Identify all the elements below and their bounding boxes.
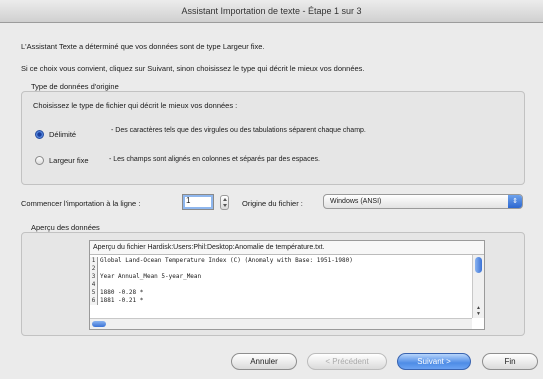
radio-delimited-description: - Des caractères tels que des virgules o… bbox=[111, 127, 366, 134]
preview-line: 6 1881 -0.21 * bbox=[90, 297, 472, 305]
line-number: 3 bbox=[90, 273, 98, 281]
line-text: 1881 -0.21 * bbox=[100, 297, 144, 304]
start-row-input[interactable]: 1 bbox=[182, 194, 214, 210]
start-row-stepper[interactable] bbox=[220, 195, 229, 210]
source-type-prompt: Choisissez le type de fichier qui décrit… bbox=[33, 101, 238, 110]
import-wizard-window: Assistant Importation de texte - Étape 1… bbox=[0, 0, 543, 379]
previous-button[interactable]: < Précédent bbox=[307, 353, 387, 370]
next-button[interactable]: Suivant > bbox=[397, 353, 471, 370]
preview-vertical-scrollbar[interactable]: ▲ ▼ bbox=[472, 255, 484, 318]
preview-text-area[interactable]: 1 Global Land-Ocean Temperature Index (C… bbox=[90, 255, 472, 318]
finish-button[interactable]: Fin bbox=[482, 353, 538, 370]
radio-fixed-width-description: - Les champs sont alignés en colonnes et… bbox=[109, 156, 320, 163]
radio-delimited-label[interactable]: Délimité bbox=[49, 130, 76, 139]
line-number: 4 bbox=[90, 281, 98, 289]
start-row-label: Commencer l'importation à la ligne : bbox=[21, 199, 141, 208]
intro-line-2: Si ce choix vous convient, cliquez sur S… bbox=[21, 64, 365, 73]
preview-line: 3 Year Annual_Mean 5-year_Mean bbox=[90, 273, 472, 281]
popup-arrows-icon: ⇕ bbox=[508, 195, 522, 208]
preview-line: 1 Global Land-Ocean Temperature Index (C… bbox=[90, 257, 472, 265]
cancel-button[interactable]: Annuler bbox=[231, 353, 297, 370]
source-type-legend: Type de données d'origine bbox=[31, 82, 119, 91]
preview-box: Aperçu du fichier Hardisk:Users:Phil:Des… bbox=[89, 240, 485, 330]
line-text: Global Land-Ocean Temperature Index (C) … bbox=[100, 257, 353, 264]
source-type-group: Choisissez le type de fichier qui décrit… bbox=[21, 91, 525, 185]
file-origin-label: Origine du fichier : bbox=[242, 199, 303, 208]
file-origin-value: Windows (ANSI) bbox=[330, 198, 382, 205]
file-origin-popup[interactable]: Windows (ANSI) ⇕ bbox=[323, 194, 523, 209]
window-title: Assistant Importation de texte - Étape 1… bbox=[0, 0, 543, 23]
preview-legend: Aperçu des données bbox=[31, 223, 100, 232]
vertical-scroll-thumb[interactable] bbox=[475, 257, 482, 273]
intro-line-1: L'Assistant Texte a déterminé que vos do… bbox=[21, 42, 265, 51]
line-number: 2 bbox=[90, 265, 98, 273]
radio-fixed-width[interactable] bbox=[35, 156, 44, 165]
radio-delimited[interactable] bbox=[35, 130, 44, 139]
preview-line: 4 bbox=[90, 281, 472, 289]
scroll-arrows-icon[interactable]: ▲ ▼ bbox=[476, 305, 481, 317]
preview-group: Aperçu du fichier Hardisk:Users:Phil:Des… bbox=[21, 232, 525, 336]
line-text: 1880 -0.28 * bbox=[100, 289, 144, 296]
line-number: 6 bbox=[90, 297, 98, 305]
line-number: 1 bbox=[90, 257, 98, 265]
line-number: 5 bbox=[90, 289, 98, 297]
preview-title: Aperçu du fichier Hardisk:Users:Phil:Des… bbox=[90, 241, 484, 255]
preview-line: 2 bbox=[90, 265, 472, 273]
horizontal-scroll-thumb[interactable] bbox=[92, 321, 106, 327]
line-text: Year Annual_Mean 5-year_Mean bbox=[100, 273, 202, 280]
preview-horizontal-scrollbar[interactable] bbox=[90, 318, 472, 329]
preview-line: 5 1880 -0.28 * bbox=[90, 289, 472, 297]
radio-fixed-width-label[interactable]: Largeur fixe bbox=[49, 156, 89, 165]
